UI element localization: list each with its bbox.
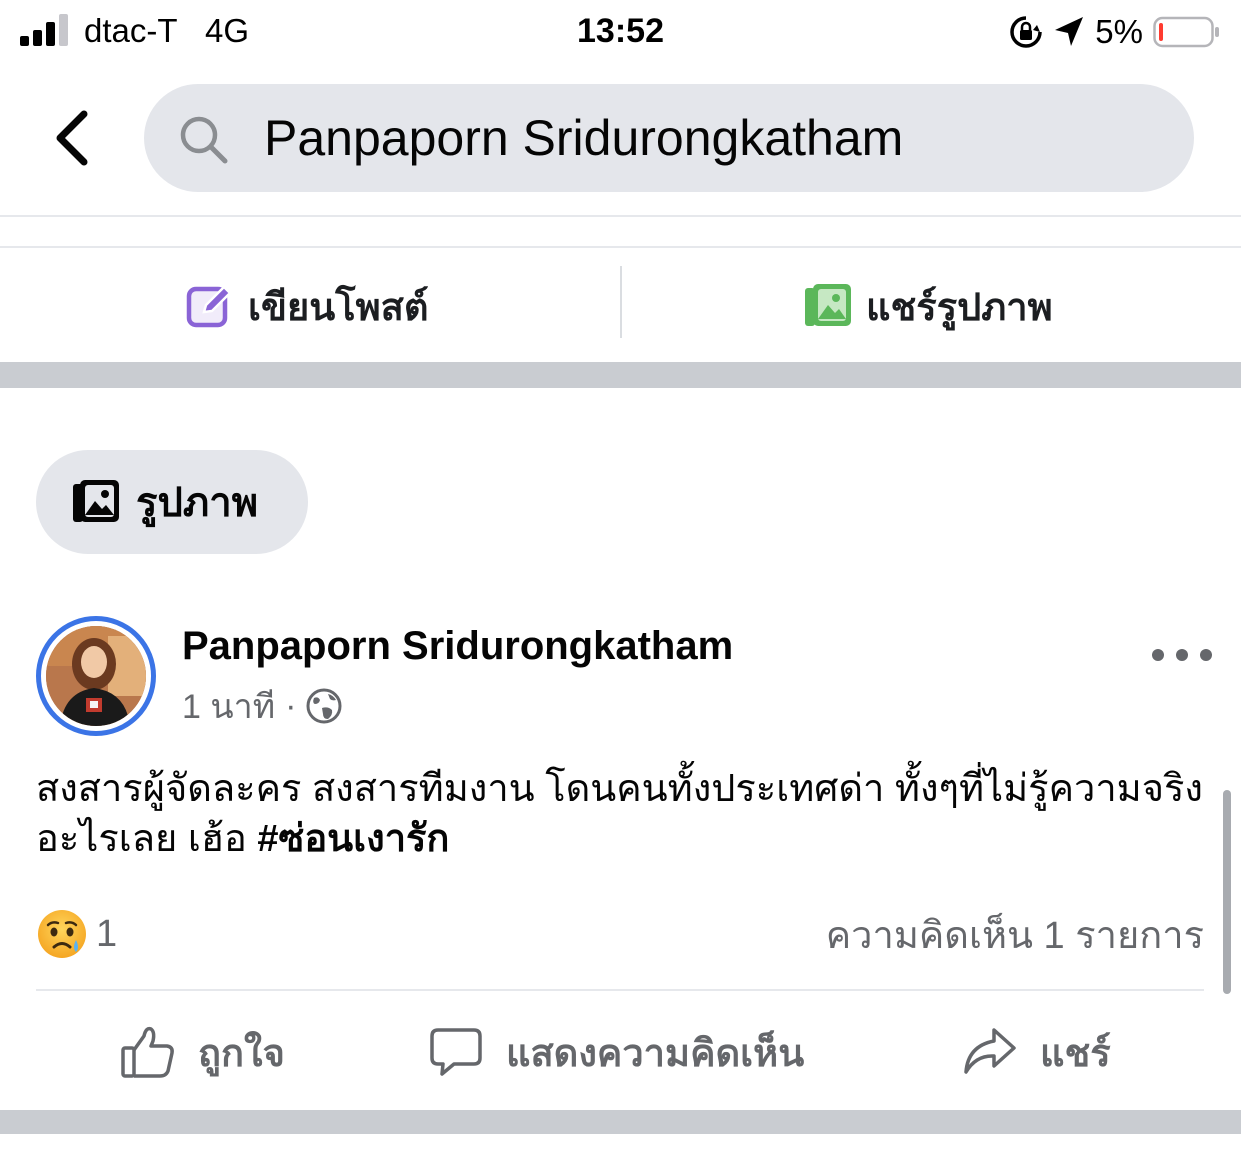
back-button[interactable] — [40, 100, 104, 176]
post-text: สงสารผู้จัดละคร สงสารทีมงาน โดนคนทั้งประ… — [36, 764, 1206, 864]
search-box[interactable] — [144, 84, 1194, 192]
sad-face-icon — [38, 910, 86, 958]
reaction-count: 1 — [96, 912, 118, 955]
post-author-name[interactable]: Panpaporn Sridurongkatham — [182, 624, 733, 669]
photos-filter-chip[interactable]: รูปภาพ — [36, 450, 308, 554]
share-photo-label: แชร์รูปภาพ — [866, 286, 1053, 329]
photos-chip-label: รูปภาพ — [136, 481, 259, 525]
thumbs-up-icon — [121, 1026, 174, 1078]
more-options-button[interactable] — [1152, 640, 1212, 670]
post-actions: ถูกใจ แสดงความคิดเห็น แชร์ — [0, 1000, 1241, 1104]
reaction-summary: 1 ความคิดเห็น 1 รายการ — [36, 904, 1204, 964]
more-options-icon — [1152, 649, 1164, 661]
reactions-button[interactable]: 1 — [36, 904, 117, 964]
comment-bubble-icon — [430, 1028, 482, 1076]
post-timestamp[interactable]: 1 นาที — [182, 679, 275, 733]
composer-top-divider — [0, 246, 1241, 248]
section-separator — [0, 362, 1241, 388]
comment-count[interactable]: ความคิดเห็น 1 รายการ — [826, 904, 1204, 964]
scrollbar[interactable] — [1223, 790, 1231, 994]
share-photo-button[interactable]: แชร์รูปภาพ — [804, 250, 1053, 362]
write-post-label: เขียนโพสต์ — [248, 286, 429, 329]
like-label: ถูกใจ — [198, 1032, 285, 1075]
bottom-separator — [0, 1110, 1241, 1134]
more-options-dot — [1200, 649, 1212, 661]
actions-divider — [36, 989, 1204, 991]
header-divider — [0, 215, 1241, 217]
post-meta: 1 นาที · — [182, 684, 342, 728]
composer-row: เขียนโพสต์ แชร์รูปภาพ — [0, 250, 1241, 362]
composer-separator — [620, 266, 622, 338]
more-options-dot — [1176, 649, 1188, 661]
post-body: สงสารผู้จัดละคร สงสารทีมงาน โดนคนทั้งประ… — [36, 768, 1203, 860]
battery-percent: 5% — [1095, 13, 1143, 50]
meta-separator: · — [285, 686, 297, 725]
share-arrow-icon — [964, 1028, 1016, 1074]
search-icon — [180, 116, 228, 164]
post-hashtag[interactable]: #ซ่อนเงารัก — [257, 818, 449, 860]
share-label: แชร์ — [1040, 1032, 1111, 1075]
photos-icon — [73, 480, 119, 522]
globe-icon — [306, 688, 342, 724]
avatar-portrait — [46, 626, 146, 726]
photo-icon — [805, 284, 851, 326]
orientation-lock-icon — [1010, 16, 1043, 48]
chevron-left-icon — [56, 110, 88, 166]
share-button[interactable]: แชร์ — [962, 1000, 1111, 1104]
location-arrow-icon — [1055, 17, 1084, 46]
comment-button[interactable]: แสดงความคิดเห็น — [428, 1000, 804, 1104]
author-avatar[interactable] — [36, 616, 156, 736]
search-input[interactable] — [264, 84, 1164, 192]
write-post-button[interactable]: เขียนโพสต์ — [186, 250, 429, 362]
status-bar: dtac-T 4G 13:52 5% — [0, 0, 1241, 66]
status-right-group: 5% — [1009, 10, 1221, 54]
comment-label: แสดงความคิดเห็น — [506, 1032, 805, 1075]
edit-icon — [186, 285, 232, 328]
battery-icon — [1153, 16, 1219, 48]
like-button[interactable]: ถูกใจ — [120, 1000, 285, 1104]
avatar-image — [46, 626, 146, 726]
